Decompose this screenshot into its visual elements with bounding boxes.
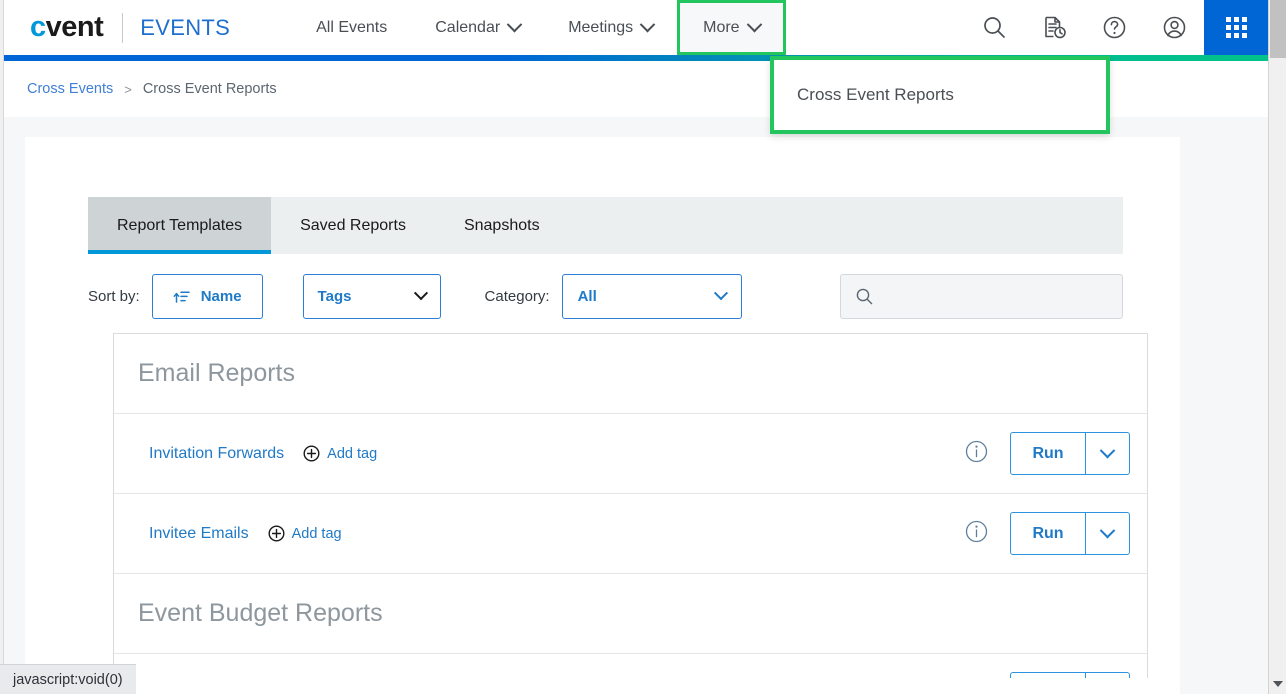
- cvent-logo[interactable]: cvent: [30, 11, 104, 43]
- nav-icon-group: [964, 0, 1268, 55]
- browser-viewport: cvent EVENTS All Events Calendar Meeting…: [0, 0, 1268, 694]
- tab-bar: Report Templates Saved Reports Snapshots: [88, 197, 1123, 254]
- run-button-group: Run: [1010, 512, 1130, 555]
- info-icon[interactable]: [965, 520, 988, 548]
- table-row: Invitee Emails Add tag Run: [114, 494, 1147, 574]
- report-clock-icon[interactable]: [1024, 0, 1084, 55]
- window-left-edge: [0, 0, 4, 694]
- sort-ascending-icon: [173, 290, 190, 303]
- info-icon[interactable]: [965, 440, 988, 468]
- category-filter: Category: All: [484, 273, 742, 319]
- plus-circle-icon: [268, 525, 285, 542]
- report-name-link[interactable]: Invitation Forwards: [149, 445, 284, 463]
- report-template-list: Email Reports Invitation Forwards Add ta…: [113, 333, 1148, 678]
- tab-snapshots[interactable]: Snapshots: [435, 197, 569, 254]
- sort-by-label: Sort by:: [88, 287, 140, 305]
- primary-nav-items: All Events Calendar Meetings More: [292, 0, 786, 55]
- row-actions: Run: [965, 432, 1130, 475]
- chevron-down-icon: [713, 286, 728, 301]
- run-button[interactable]: Run: [1011, 433, 1085, 474]
- scrollbar-down-arrow[interactable]: [1269, 675, 1286, 692]
- scrollbar-thumb[interactable]: [1270, 0, 1286, 58]
- window-scrollbar[interactable]: [1268, 0, 1286, 694]
- chevron-down-icon: [413, 286, 428, 301]
- nav-item-calendar-label: Calendar: [435, 18, 501, 36]
- brand-divider: [122, 12, 124, 43]
- plus-circle-icon: [303, 445, 320, 462]
- cvent-logo-text: vent: [45, 11, 104, 43]
- add-tag-label: Add tag: [291, 525, 342, 542]
- group-header-event-budget-reports-label: Event Budget Reports: [138, 599, 383, 627]
- page-background: Report Templates Saved Reports Snapshots…: [0, 117, 1268, 694]
- search-input[interactable]: [885, 287, 1105, 305]
- chevron-down-icon: [639, 16, 656, 33]
- sort-by-value: Name: [200, 287, 242, 305]
- status-bar-text: javascript:void(0): [13, 671, 123, 688]
- chevron-down-icon: [506, 16, 523, 33]
- dropdown-item-cross-event-reports[interactable]: Cross Event Reports: [774, 85, 954, 105]
- group-header-email-reports: Email Reports: [114, 334, 1147, 414]
- tags-dropdown-value: Tags: [317, 287, 352, 305]
- app-grid-icon[interactable]: [1204, 0, 1268, 55]
- tab-report-templates[interactable]: Report Templates: [88, 197, 272, 254]
- run-options-dropdown[interactable]: [1086, 433, 1129, 474]
- nav-item-more-label: More: [703, 18, 740, 36]
- row-actions: Run: [965, 512, 1130, 555]
- tab-report-templates-label: Report Templates: [117, 216, 243, 234]
- add-tag-label: Add tag: [327, 445, 378, 462]
- nav-item-all-events[interactable]: All Events: [292, 0, 411, 55]
- nav-item-all-events-label: All Events: [316, 18, 388, 36]
- sort-by-name-button[interactable]: Name: [151, 273, 263, 319]
- add-tag-button[interactable]: Add tag: [268, 525, 342, 542]
- more-dropdown-panel: Cross Event Reports: [770, 56, 1110, 134]
- top-navigation-bar: cvent EVENTS All Events Calendar Meeting…: [0, 0, 1268, 55]
- table-row: Invitation Forwards Add tag Run: [114, 414, 1147, 494]
- run-button-group: Run: [1010, 672, 1130, 678]
- app-grid-dots: [1225, 17, 1247, 38]
- chevron-down-icon: [1099, 522, 1116, 539]
- run-button[interactable]: Run: [1011, 673, 1085, 678]
- tab-saved-reports[interactable]: Saved Reports: [271, 197, 435, 254]
- run-button-group: Run: [1010, 432, 1130, 475]
- chevron-down-icon: [1099, 442, 1116, 459]
- nav-item-meetings[interactable]: Meetings: [544, 0, 677, 55]
- group-header-event-budget-reports: Event Budget Reports: [114, 574, 1147, 654]
- category-dropdown[interactable]: All: [561, 273, 742, 319]
- help-icon[interactable]: [1084, 0, 1144, 55]
- run-options-dropdown[interactable]: [1086, 673, 1129, 678]
- run-button[interactable]: Run: [1011, 513, 1085, 554]
- content-card: Report Templates Saved Reports Snapshots…: [25, 137, 1180, 694]
- status-bar-link-preview: javascript:void(0): [0, 664, 136, 694]
- filter-toolbar: Sort by: Name Tags Category: All: [88, 271, 1123, 321]
- nav-item-more[interactable]: More: [677, 0, 786, 55]
- run-options-dropdown[interactable]: [1086, 513, 1129, 554]
- account-icon[interactable]: [1144, 0, 1204, 55]
- chevron-down-icon: [746, 16, 762, 33]
- search-box[interactable]: [840, 273, 1123, 319]
- product-name: EVENTS: [140, 14, 231, 40]
- tags-dropdown[interactable]: Tags: [302, 273, 441, 319]
- group-header-email-reports-label: Email Reports: [138, 359, 295, 387]
- table-row: Budget Ad Hoc Add tag: [114, 654, 1147, 678]
- search-icon: [856, 288, 873, 304]
- tab-saved-reports-label: Saved Reports: [300, 216, 406, 234]
- brand-area[interactable]: cvent EVENTS: [0, 0, 230, 55]
- nav-item-meetings-label: Meetings: [568, 18, 634, 36]
- breadcrumb-parent-link[interactable]: Cross Events: [27, 81, 113, 97]
- category-label: Category:: [484, 287, 550, 305]
- report-name-link[interactable]: Invitee Emails: [149, 525, 249, 543]
- add-tag-button[interactable]: Add tag: [303, 445, 377, 462]
- category-dropdown-value: All: [577, 287, 597, 305]
- row-actions: Run: [965, 672, 1130, 678]
- breadcrumb-current: Cross Event Reports: [142, 81, 277, 97]
- search-icon[interactable]: [964, 0, 1024, 55]
- nav-item-calendar[interactable]: Calendar: [411, 0, 544, 55]
- tab-snapshots-label: Snapshots: [463, 216, 540, 234]
- breadcrumb-separator: >: [124, 81, 132, 97]
